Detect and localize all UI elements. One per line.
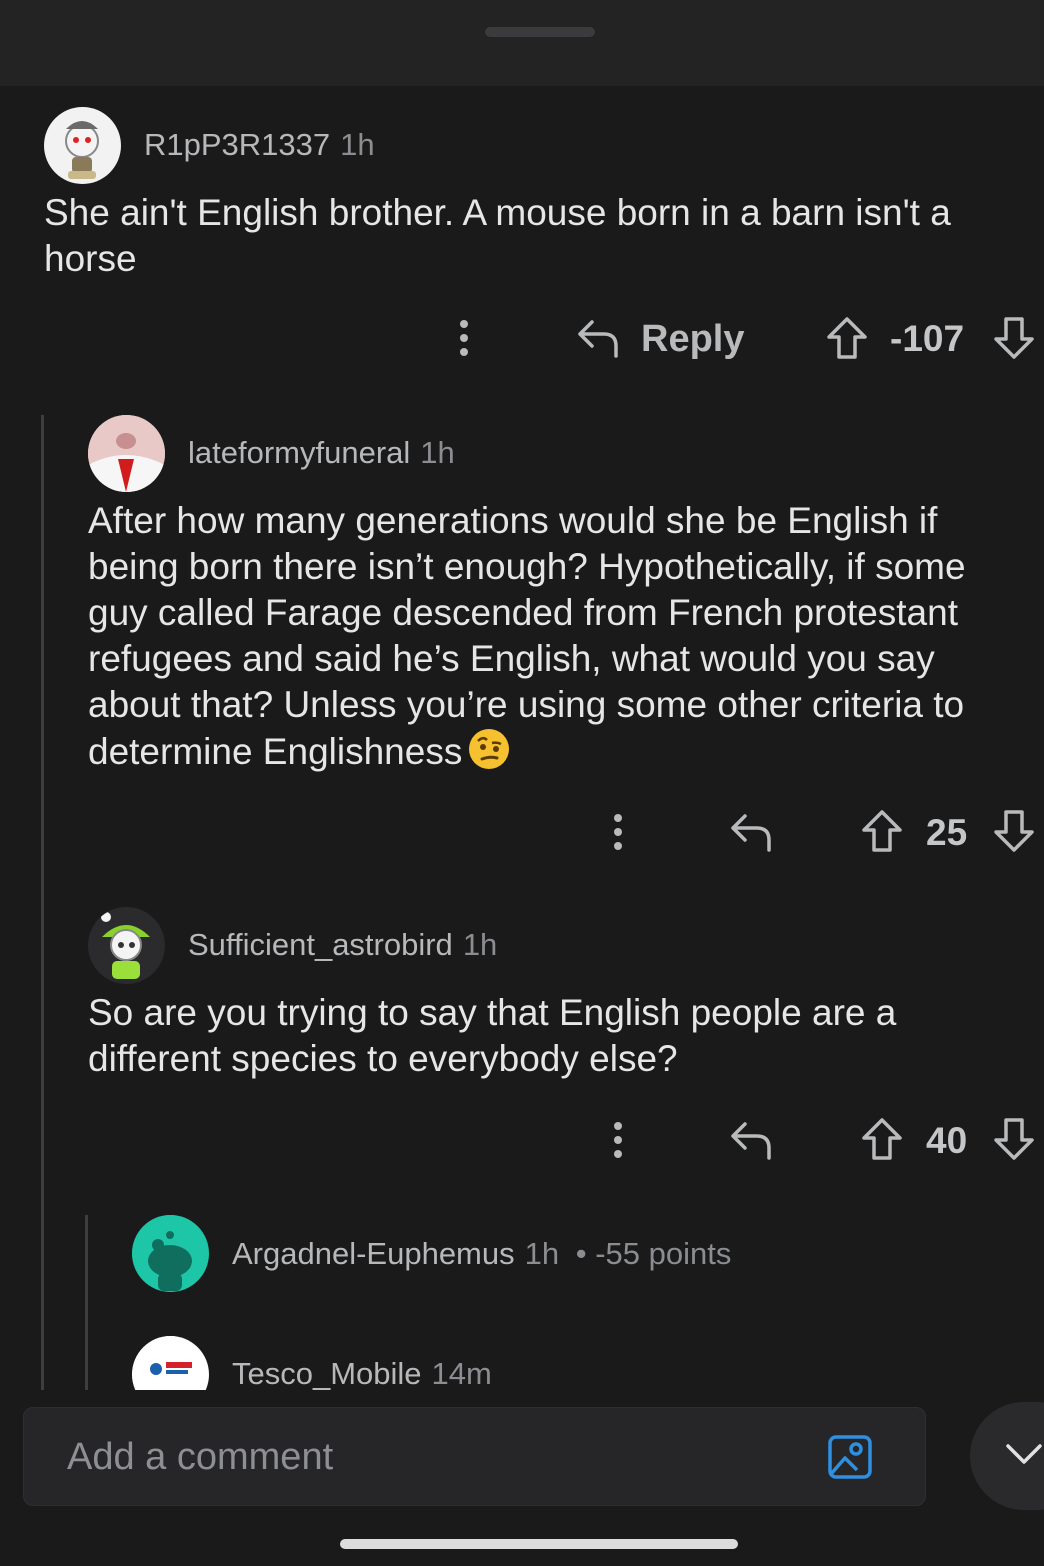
comment-body: She ain't English brother. A mouse born … <box>44 192 951 279</box>
username-text[interactable]: Tesco_Mobile <box>232 1356 422 1391</box>
drag-handle[interactable] <box>485 27 595 37</box>
comment-username[interactable]: Argadnel-Euphemus 1h • -55 points <box>232 1236 731 1272</box>
upvote-icon[interactable] <box>861 809 903 853</box>
reply-icon[interactable] <box>729 812 773 852</box>
comment-body: After how many generations would she be … <box>88 498 1028 775</box>
thread-line[interactable] <box>41 415 44 1390</box>
sheet-header <box>0 0 1044 86</box>
home-indicator[interactable] <box>340 1539 738 1549</box>
downvote-icon[interactable] <box>993 1117 1035 1161</box>
username-text[interactable]: R1pP3R1337 <box>144 127 330 162</box>
downvote-icon[interactable] <box>993 809 1035 853</box>
scroll-down-button[interactable] <box>970 1402 1044 1510</box>
username-text[interactable]: Sufficient_astrobird <box>188 927 453 962</box>
chevron-down-icon <box>1004 1440 1044 1470</box>
avatar-clip <box>132 1336 209 1390</box>
vote-score: 40 <box>926 1120 968 1161</box>
avatar[interactable] <box>88 415 165 492</box>
timestamp: 1h <box>420 435 455 470</box>
collapsed-score: • -55 points <box>575 1236 732 1271</box>
comment-text: After how many generations would she be … <box>88 500 966 772</box>
avatar[interactable] <box>88 907 165 984</box>
reply-icon[interactable] <box>729 1120 773 1160</box>
reply-icon[interactable] <box>576 318 620 358</box>
more-options-icon[interactable] <box>606 812 630 852</box>
comment-input[interactable]: Add a comment <box>67 1436 333 1479</box>
timestamp: 14m <box>431 1356 492 1391</box>
more-options-icon[interactable] <box>606 1120 630 1160</box>
vote-score: -107 <box>890 318 965 359</box>
image-icon[interactable] <box>827 1434 873 1480</box>
comment-body: So are you trying to say that English pe… <box>88 992 897 1079</box>
comment-username[interactable]: R1pP3R1337 1h <box>144 127 375 163</box>
comment-username[interactable]: lateformyfuneral 1h <box>188 435 455 471</box>
upvote-icon[interactable] <box>826 316 868 360</box>
username-text[interactable]: Argadnel-Euphemus <box>232 1236 515 1271</box>
timestamp: 1h <box>340 127 375 162</box>
upvote-icon[interactable] <box>861 1117 903 1161</box>
comment-username[interactable]: Sufficient_astrobird 1h <box>188 927 497 963</box>
avatar[interactable] <box>44 107 121 184</box>
username-text[interactable]: lateformyfuneral <box>188 435 410 470</box>
vote-score: 25 <box>926 812 968 853</box>
downvote-icon[interactable] <box>993 316 1035 360</box>
more-options-icon[interactable] <box>452 318 476 358</box>
face-with-raised-eyebrow-icon <box>468 728 510 770</box>
timestamp: 1h <box>524 1236 560 1271</box>
avatar[interactable] <box>132 1336 209 1390</box>
thread-line[interactable] <box>85 1215 88 1390</box>
comment-composer[interactable]: Add a comment <box>23 1407 926 1506</box>
reply-button[interactable]: Reply <box>641 318 744 361</box>
avatar[interactable] <box>132 1215 209 1292</box>
timestamp: 1h <box>462 927 498 962</box>
comment-username[interactable]: Tesco_Mobile 14m <box>232 1356 492 1392</box>
